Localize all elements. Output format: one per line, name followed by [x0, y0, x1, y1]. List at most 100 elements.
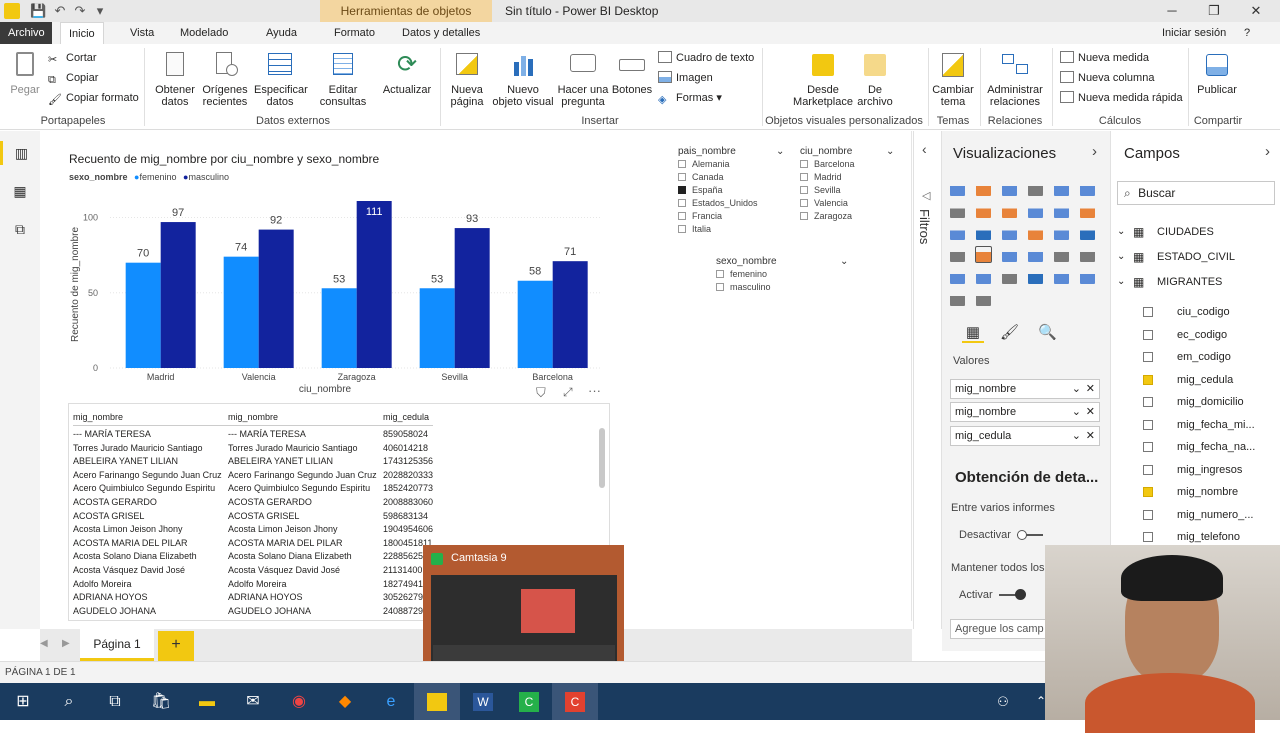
checkbox-icon[interactable]: [1143, 464, 1153, 475]
customize-toolbar-icon[interactable]: ▾: [92, 3, 108, 19]
task-view-icon[interactable]: ⧉: [92, 683, 138, 720]
visual-type-icon[interactable]: [1002, 269, 1017, 284]
checkbox-icon[interactable]: [1143, 442, 1153, 452]
visual-type-icon[interactable]: [1080, 225, 1095, 240]
visual-type-icon[interactable]: [1080, 181, 1095, 196]
text-box-button[interactable]: Cuadro de texto: [658, 48, 754, 68]
chevron-down-icon[interactable]: ⌄: [776, 145, 784, 158]
field-item[interactable]: mig_fecha_mi...: [1111, 414, 1280, 436]
bar-masculino[interactable]: [454, 228, 490, 368]
visual-type-icon[interactable]: [1002, 203, 1017, 218]
buttons-button[interactable]: Botones: [610, 50, 654, 96]
more-options-icon[interactable]: ···: [588, 383, 601, 398]
app-icon[interactable]: ◆: [322, 683, 368, 720]
fields-well-tab-icon[interactable]: ▦: [962, 323, 984, 343]
cross-report-toggle[interactable]: Desactivar: [959, 529, 1043, 541]
add-page-button[interactable]: +: [158, 631, 194, 661]
table-row[interactable]: ABELEIRA YANET LILIAN ABELEIRA YANET LILI…: [73, 455, 438, 469]
column-header[interactable]: mig_cedula: [383, 408, 429, 426]
report-view-icon[interactable]: ▥: [0, 141, 40, 165]
bar-femenino[interactable]: [321, 288, 357, 368]
value-field-chip[interactable]: mig_nombre ⌄ ✕: [950, 379, 1100, 399]
bar-masculino[interactable]: [356, 201, 392, 368]
from-marketplace-button[interactable]: Desde Marketplace: [790, 50, 856, 108]
field-item[interactable]: em_codigo: [1111, 346, 1280, 368]
checkbox-icon[interactable]: [800, 186, 808, 194]
table-row[interactable]: ACOSTA MARIA DEL PILAR ACOSTA MARIA DEL P…: [73, 537, 438, 551]
toggle-off-icon[interactable]: [1016, 530, 1043, 541]
remove-field-icon[interactable]: ✕: [1086, 380, 1095, 398]
tab-help[interactable]: Ayuda: [258, 22, 305, 44]
chevron-right-icon[interactable]: ⌄: [1117, 246, 1125, 268]
chevron-right-icon[interactable]: ›: [1265, 143, 1270, 160]
manage-relationships-button[interactable]: Administrar relaciones: [984, 50, 1046, 108]
visual-type-icon[interactable]: [950, 247, 965, 262]
visual-type-icon[interactable]: [950, 291, 965, 306]
visual-type-icon[interactable]: [1080, 203, 1095, 218]
minimize-button[interactable]: ─: [1152, 0, 1192, 22]
chevron-down-icon[interactable]: ⌄: [1117, 271, 1125, 293]
bar-masculino[interactable]: [160, 222, 196, 368]
switch-theme-button[interactable]: Cambiar tema: [932, 50, 974, 108]
checkbox-icon[interactable]: [1143, 307, 1153, 317]
slicer-sexo[interactable]: sexo_nombre ⌄ femenino masculino: [716, 255, 852, 294]
visual-type-icon[interactable]: [1028, 181, 1043, 196]
get-data-button[interactable]: Obtener datos: [152, 50, 198, 108]
camtasia-editor-icon[interactable]: C: [552, 683, 598, 720]
new-measure-button[interactable]: Nueva medida: [1060, 48, 1149, 68]
checkbox-icon[interactable]: [716, 283, 724, 291]
slicer-pais[interactable]: pais_nombre ⌄ Alemania Canada España Estado…: [678, 145, 788, 236]
image-button[interactable]: Imagen: [658, 68, 713, 88]
visual-type-icon[interactable]: [975, 246, 992, 263]
help-icon[interactable]: ?: [1236, 22, 1258, 44]
chevron-down-icon[interactable]: ⌄: [1072, 403, 1081, 421]
window-thumbnail[interactable]: [431, 575, 617, 675]
visual-type-icon[interactable]: [1028, 269, 1043, 284]
visual-type-icon[interactable]: [950, 203, 965, 218]
slicer-item[interactable]: Sevilla: [800, 184, 900, 197]
fields-search-box[interactable]: ⌕ Buscar: [1117, 181, 1275, 205]
signin-link[interactable]: Iniciar sesión: [1154, 22, 1234, 44]
powerbi-taskbar-icon[interactable]: [414, 683, 460, 720]
slicer-item[interactable]: España: [678, 184, 788, 197]
visual-type-icon[interactable]: [950, 181, 965, 196]
tab-modeling[interactable]: Modelado: [172, 22, 236, 44]
start-icon[interactable]: ⊞: [0, 683, 46, 720]
clustered-column-chart[interactable]: 0 50 100Recuento de mig_nombre 70 97 Madrid 74…: [60, 191, 620, 401]
scroll-right-icon[interactable]: ▶: [62, 638, 70, 649]
maximize-button[interactable]: ❐: [1194, 0, 1234, 22]
slicer-item[interactable]: femenino: [716, 268, 852, 281]
tab-home[interactable]: Inicio: [60, 22, 104, 44]
checkbox-icon[interactable]: [678, 212, 686, 220]
checkbox-icon[interactable]: [1143, 329, 1153, 340]
checkbox-icon[interactable]: [678, 199, 686, 207]
checkbox-icon[interactable]: [1143, 419, 1153, 430]
field-table[interactable]: ⌄ ▦ CIUDADES: [1111, 221, 1280, 243]
field-item[interactable]: ciu_codigo: [1111, 301, 1280, 323]
checkbox-icon[interactable]: [716, 270, 724, 278]
keep-filters-toggle[interactable]: Activar: [959, 589, 1026, 601]
save-icon[interactable]: 💾: [30, 3, 46, 19]
undo-icon[interactable]: ↶: [52, 3, 68, 19]
slicer-item[interactable]: Estados_Unidos: [678, 197, 788, 210]
tab-data-details[interactable]: Datos y detalles: [394, 22, 488, 44]
checkbox-icon[interactable]: [678, 186, 686, 194]
bar-femenino[interactable]: [419, 288, 455, 368]
visual-type-icon[interactable]: [1054, 247, 1069, 262]
chevron-left-icon[interactable]: ‹: [922, 141, 927, 157]
publish-button[interactable]: Publicar: [1194, 50, 1240, 96]
table-row[interactable]: ACOSTA GERARDO ACOSTA GERARDO 2008883060: [73, 496, 438, 510]
table-row[interactable]: ACOSTA GRISEL ACOSTA GRISEL 598683134: [73, 510, 438, 524]
visual-type-icon[interactable]: [950, 269, 965, 284]
value-field-chip[interactable]: mig_nombre ⌄ ✕: [950, 402, 1100, 422]
new-quick-measure-button[interactable]: Nueva medida rápida: [1060, 88, 1183, 108]
field-item[interactable]: mig_fecha_na...: [1111, 436, 1280, 458]
bar-masculino[interactable]: [258, 229, 294, 368]
remove-field-icon[interactable]: ✕: [1086, 427, 1095, 445]
table-row[interactable]: Acosta Vásquez David José Acosta Vásquez …: [73, 564, 438, 578]
visual-type-icon[interactable]: [976, 225, 991, 240]
checkbox-icon[interactable]: [1143, 352, 1153, 362]
slicer-item[interactable]: Valencia: [800, 197, 900, 210]
chrome-icon[interactable]: ◉: [276, 683, 322, 720]
checkbox-icon[interactable]: [1143, 532, 1153, 542]
